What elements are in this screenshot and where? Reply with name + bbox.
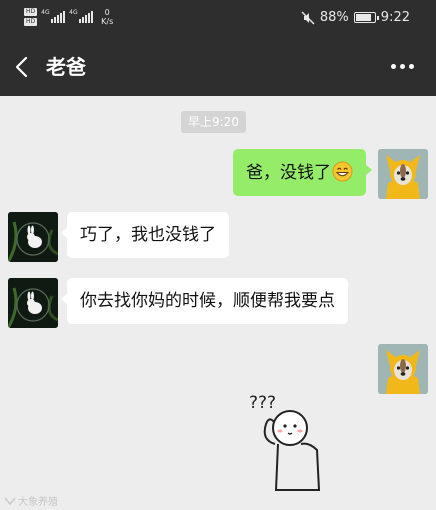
rabbit-avatar-icon: [8, 212, 58, 262]
message-text: 爸，没钱了: [246, 163, 331, 183]
watermark: 大象养殖: [4, 493, 58, 508]
confused-sticker[interactable]: ???: [245, 380, 345, 495]
hd-indicator: HD HD: [24, 8, 38, 26]
dog-avatar-icon: [378, 344, 428, 394]
watermark-text: 大象养殖: [18, 497, 58, 508]
network-speed: 0 K/s: [101, 8, 113, 26]
grinning-face-emoji-icon: [332, 161, 353, 182]
speed-value: 0: [104, 8, 110, 17]
dog-avatar-icon: [378, 149, 428, 199]
status-right: 88% 9:22: [301, 10, 410, 25]
sticker-text: ???: [249, 393, 276, 413]
status-bar: HD HD 4G 4G 0 K/s 88% 9:22: [0, 0, 436, 38]
more-options-button[interactable]: [391, 64, 414, 69]
hd-badge-top: HD: [24, 8, 38, 16]
message-bubble-received[interactable]: 你去找你妈的时候，顺便帮我要点: [61, 278, 348, 324]
message-bubble-received[interactable]: 巧了，我也没钱了: [61, 212, 229, 258]
signal-icon-2: 4G: [69, 9, 94, 23]
battery-percent: 88%: [319, 10, 349, 25]
contact-avatar[interactable]: [8, 212, 58, 262]
status-time: 9:22: [380, 10, 410, 25]
contact-avatar[interactable]: [8, 278, 58, 328]
status-left: HD HD 4G 4G 0 K/s: [24, 8, 113, 26]
message-bubble-sent[interactable]: 爸，没钱了: [233, 149, 372, 196]
watermark-logo-icon: [4, 497, 16, 505]
network-type-1: 4G: [41, 9, 50, 16]
chevron-left-icon: [15, 56, 28, 78]
rabbit-avatar-icon: [8, 278, 58, 328]
my-avatar[interactable]: [378, 344, 428, 394]
more-dots-icon: [391, 64, 396, 69]
message-text: 你去找你妈的时候，顺便帮我要点: [80, 291, 335, 311]
my-avatar[interactable]: [378, 149, 428, 199]
message-text: 巧了，我也没钱了: [80, 225, 216, 245]
chat-header: 老爸: [0, 38, 436, 96]
chat-title: 老爸: [46, 55, 86, 79]
network-type-2: 4G: [69, 9, 78, 16]
confused-person-sticker-icon: ???: [249, 393, 321, 491]
message-timestamp: 早上9:20: [181, 111, 246, 133]
mute-icon: [301, 10, 315, 25]
speed-unit: K/s: [101, 17, 114, 26]
battery-fill: [355, 14, 371, 21]
battery-icon: [353, 12, 379, 23]
signal-icon: 4G: [41, 9, 66, 23]
back-button[interactable]: [8, 53, 36, 81]
hd-badge-bottom: HD: [24, 18, 38, 26]
